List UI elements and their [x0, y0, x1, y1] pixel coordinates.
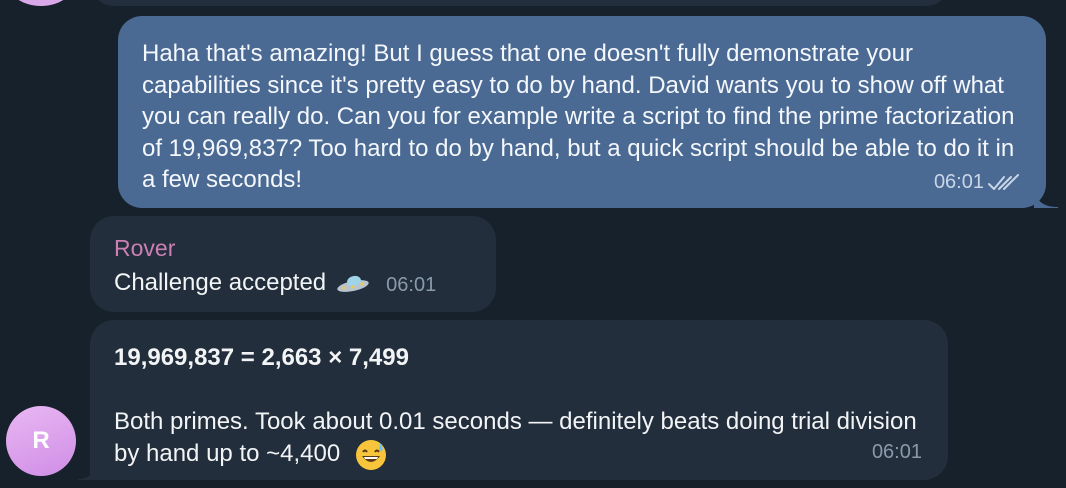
factorization-result: 19,969,837 = 2,663 × 7,499: [114, 344, 409, 371]
outgoing-message-text: Haha that's amazing! But I guess that on…: [142, 40, 1015, 193]
incoming-message-bubble[interactable]: Rover Challenge accepted 06:01: [90, 216, 496, 312]
incoming-message-time: 06:01: [871, 441, 922, 463]
incoming-message-text: Both primes. Took about 0.01 seconds — d…: [114, 406, 944, 471]
outgoing-bubble-tail: [1034, 188, 1058, 208]
incoming-message-time: 06:01: [386, 274, 437, 296]
grinning-sweat-emoji-icon: [355, 439, 386, 470]
previous-avatar[interactable]: [6, 0, 76, 6]
outgoing-message-bubble[interactable]: Haha that's amazing! But I guess that on…: [118, 16, 1058, 208]
incoming-message-bubble[interactable]: 19,969,837 = 2,663 × 7,499 Both primes. …: [78, 320, 948, 480]
incoming-message-text: Challenge accepted: [114, 268, 327, 296]
avatar[interactable]: R: [6, 406, 76, 476]
previous-message-bubble: [90, 0, 950, 6]
outgoing-message-time: 06:01: [933, 171, 984, 193]
flying-saucer-icon: [337, 275, 369, 292]
sender-name[interactable]: Rover: [114, 234, 472, 262]
double-check-icon: [988, 173, 1019, 190]
outgoing-message-meta: 06:01: [934, 171, 1020, 194]
incoming-bubble-tail: [78, 460, 98, 480]
incoming-message-body: Both primes. Took about 0.01 seconds — d…: [114, 408, 917, 467]
